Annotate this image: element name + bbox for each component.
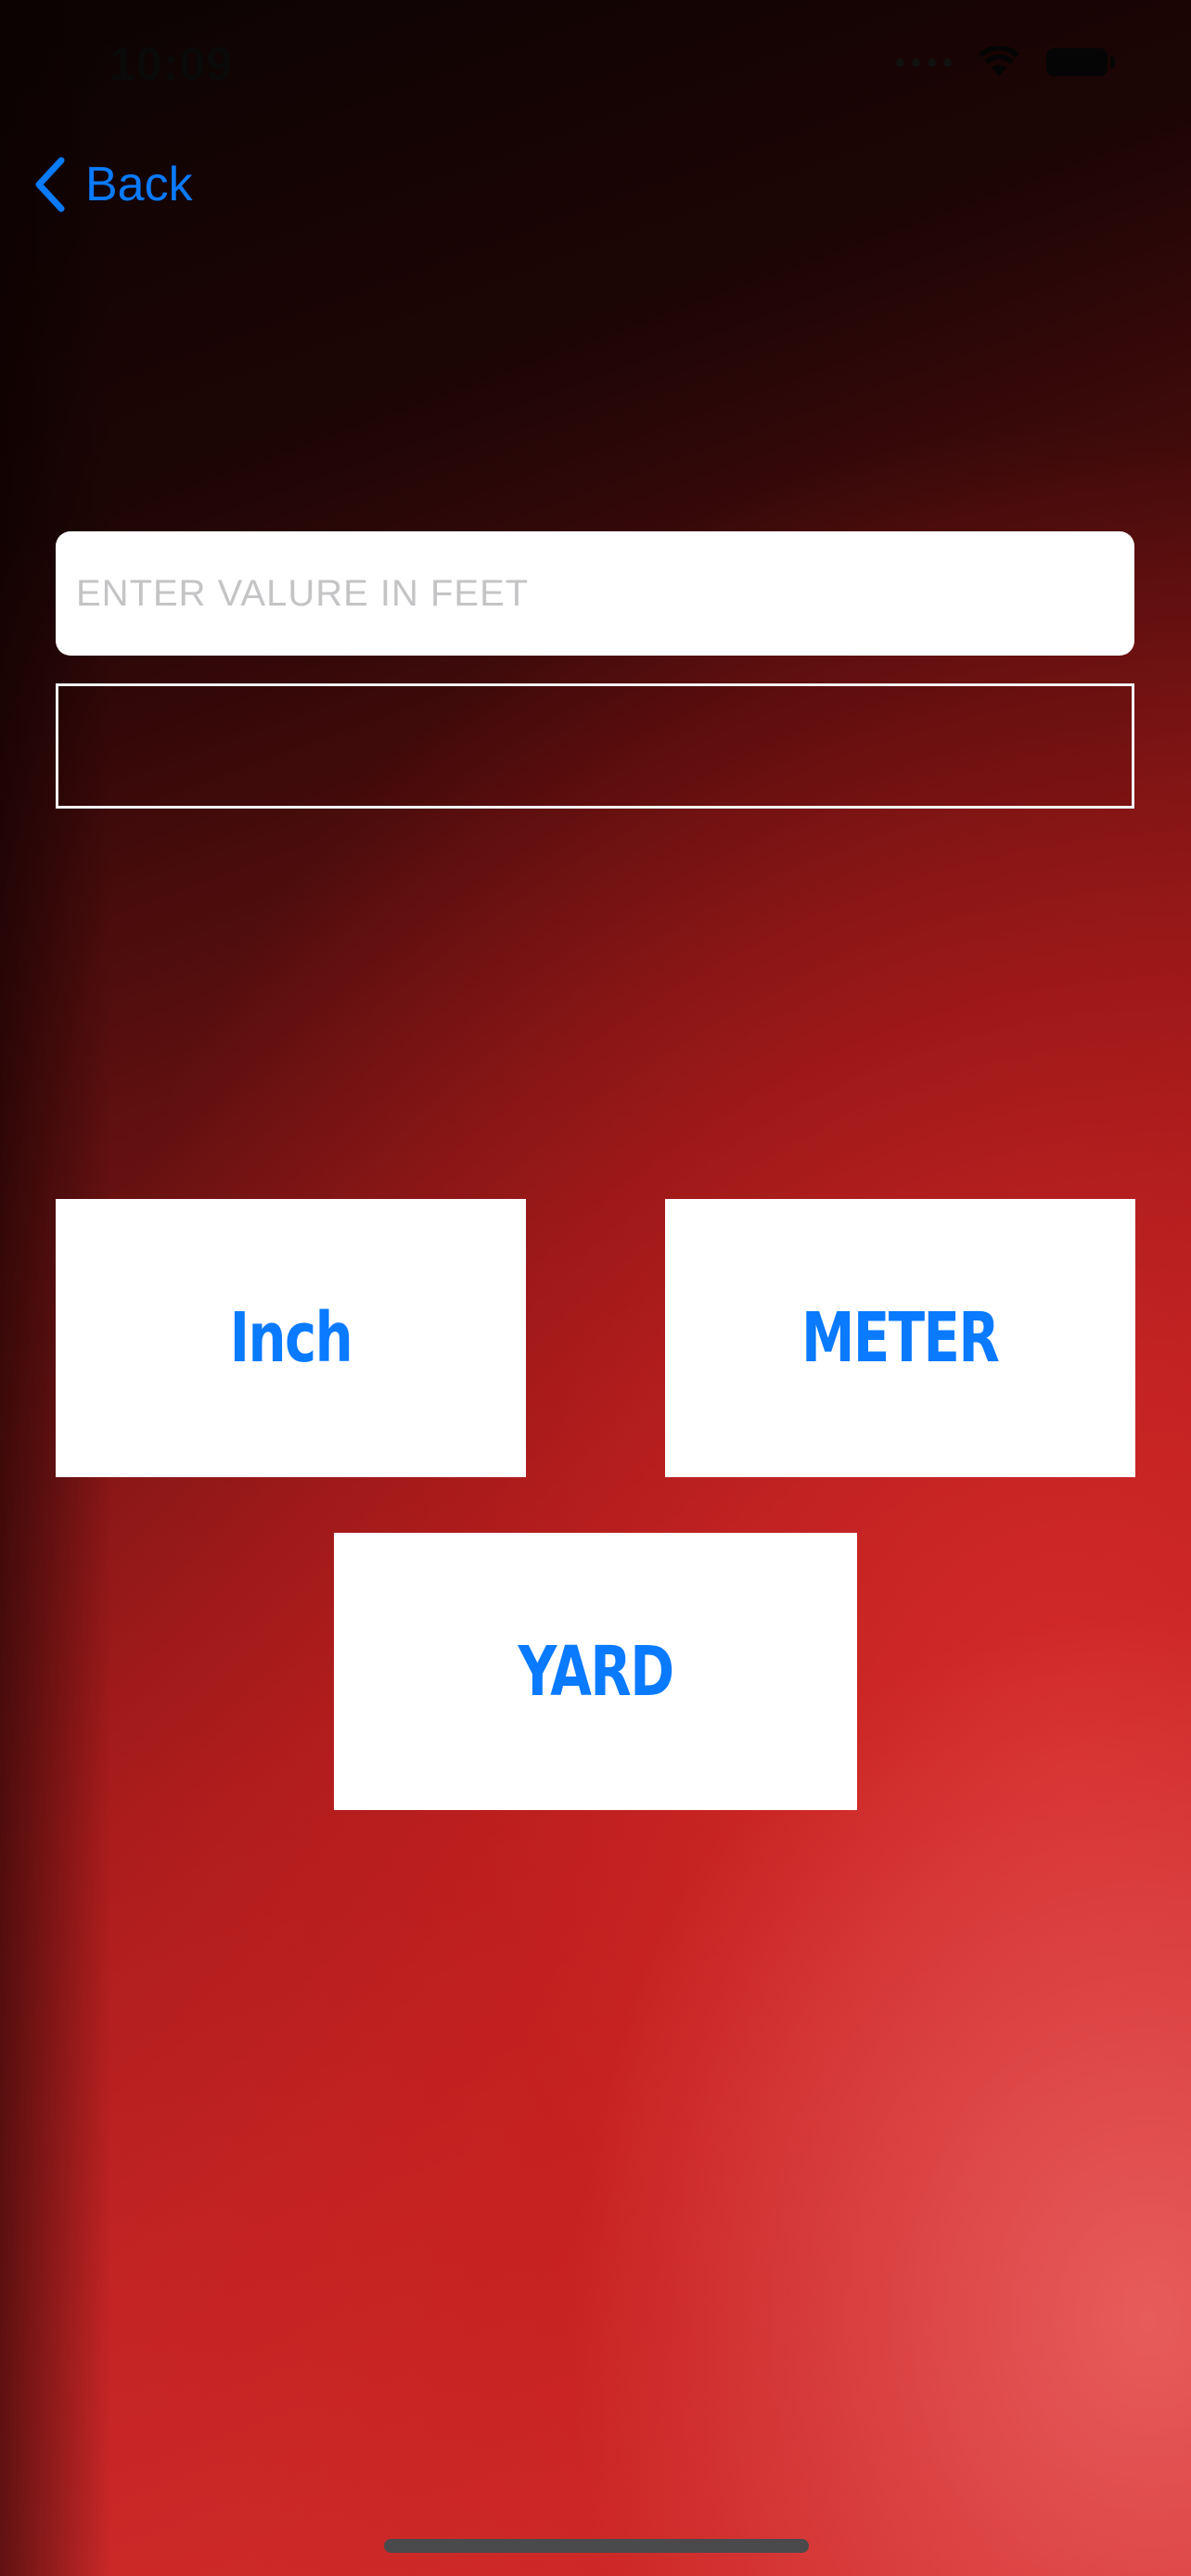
inch-button[interactable]: Inch: [56, 1199, 526, 1477]
result-field: [56, 683, 1134, 809]
meter-button-label: METER: [801, 1298, 1000, 1378]
meter-button[interactable]: METER: [665, 1199, 1135, 1477]
yard-button[interactable]: YARD: [334, 1533, 857, 1810]
back-button[interactable]: Back: [32, 156, 193, 213]
cellular-icon: [896, 57, 952, 67]
wifi-icon: [979, 46, 1019, 76]
battery-icon: [1046, 48, 1115, 76]
back-label: Back: [85, 158, 193, 211]
chevron-left-icon: [35, 157, 65, 212]
status-time: 10:09: [109, 38, 233, 90]
status-icons: [896, 46, 1115, 78]
status-bar: 10:09: [0, 0, 1191, 130]
yard-button-label: YARD: [518, 1631, 674, 1712]
feet-input[interactable]: [56, 531, 1134, 656]
inch-button-label: Inch: [229, 1298, 353, 1378]
home-indicator[interactable]: [384, 2539, 809, 2553]
